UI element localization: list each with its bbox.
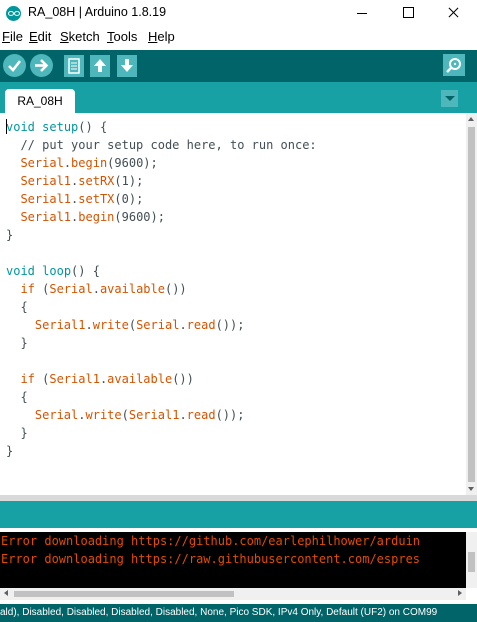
code-line: Serial.begin(9600); [20, 156, 158, 170]
serial-monitor-icon [446, 58, 461, 73]
code-line: { [6, 300, 28, 314]
tab-bar: RA_08H [0, 82, 477, 114]
scroll-down-arrow-icon[interactable] [466, 484, 477, 495]
save-button[interactable] [117, 55, 137, 77]
code-line: } [6, 426, 28, 440]
toolbar [0, 50, 477, 82]
code-line: Serial.write(Serial1.read()); [34, 408, 245, 422]
upload-icon [35, 59, 49, 72]
new-icon [68, 58, 80, 74]
verify-button[interactable] [3, 54, 26, 77]
code-line: // put your setup code here, to run once… [6, 138, 317, 152]
message-area [0, 501, 477, 528]
board-config-text: ald), Disabled, Disabled, Disabled, Disa… [0, 607, 438, 618]
scroll-up-arrow-icon[interactable] [466, 113, 477, 124]
menu-edit[interactable]: Edit [29, 29, 51, 44]
maximize-button[interactable] [385, 0, 431, 26]
console-line: Error downloading https://raw.githubuser… [1, 552, 421, 566]
open-button[interactable] [90, 55, 110, 77]
menu-help[interactable]: Help [148, 29, 175, 44]
scrollbar-thumb[interactable] [468, 127, 475, 482]
code-line: Serial1.setRX(1); [20, 174, 144, 188]
code-line: } [6, 228, 14, 242]
console-line: Error downloading https://github.com/ear… [1, 534, 421, 548]
code-line: Serial1.setTX(0); [20, 192, 144, 206]
upload-button[interactable] [30, 54, 53, 77]
menu-sketch[interactable]: Sketch [60, 29, 100, 44]
code-line: void loop() { [6, 264, 100, 278]
text-cursor [6, 119, 7, 134]
console-vertical-scrollbar[interactable] [466, 532, 477, 588]
scrollbar-thumb[interactable] [468, 552, 475, 572]
code-line: } [6, 444, 14, 458]
code-text: void setup() { // put your setup code he… [6, 118, 317, 460]
menu-file[interactable]: File [2, 29, 23, 44]
code-line: if (Serial1.available()) [20, 372, 194, 386]
scroll-right-arrow-icon[interactable] [454, 588, 466, 600]
tab-menu-button[interactable] [441, 90, 458, 107]
code-line: } [6, 336, 28, 350]
code-editor[interactable]: void setup() { // put your setup code he… [0, 113, 466, 495]
arduino-icon [6, 6, 21, 21]
code-line: Serial1.write(Serial.read()); [34, 318, 245, 332]
menu-tools[interactable]: Tools [107, 29, 137, 44]
code-line: Serial1.begin(9600); [20, 210, 165, 224]
console-output[interactable]: Error downloading https://github.com/ear… [0, 532, 466, 588]
scroll-left-arrow-icon[interactable] [0, 588, 12, 600]
window-title: RA_08H | Arduino 1.8.19 [28, 5, 167, 19]
scrollbar-thumb[interactable] [14, 591, 234, 597]
code-line: if (Serial.available()) [20, 282, 187, 296]
new-button[interactable] [64, 55, 84, 77]
serial-monitor-button[interactable] [443, 54, 465, 76]
status-bar: ald), Disabled, Disabled, Disabled, Disa… [0, 604, 477, 622]
code-line: void setup() { [6, 120, 108, 134]
minimize-button[interactable] [339, 0, 385, 26]
menu-bar: File Edit Sketch Tools Help [0, 27, 477, 47]
open-icon [94, 59, 106, 72]
tab-ra-08h[interactable]: RA_08H [5, 89, 75, 114]
close-button[interactable] [431, 0, 477, 26]
editor-vertical-scrollbar[interactable] [466, 113, 477, 495]
verify-icon [8, 60, 22, 72]
console-horizontal-scrollbar[interactable] [0, 588, 466, 600]
code-line: { [6, 390, 28, 404]
save-icon [121, 59, 133, 72]
title-bar: RA_08H | Arduino 1.8.19 [0, 0, 477, 26]
